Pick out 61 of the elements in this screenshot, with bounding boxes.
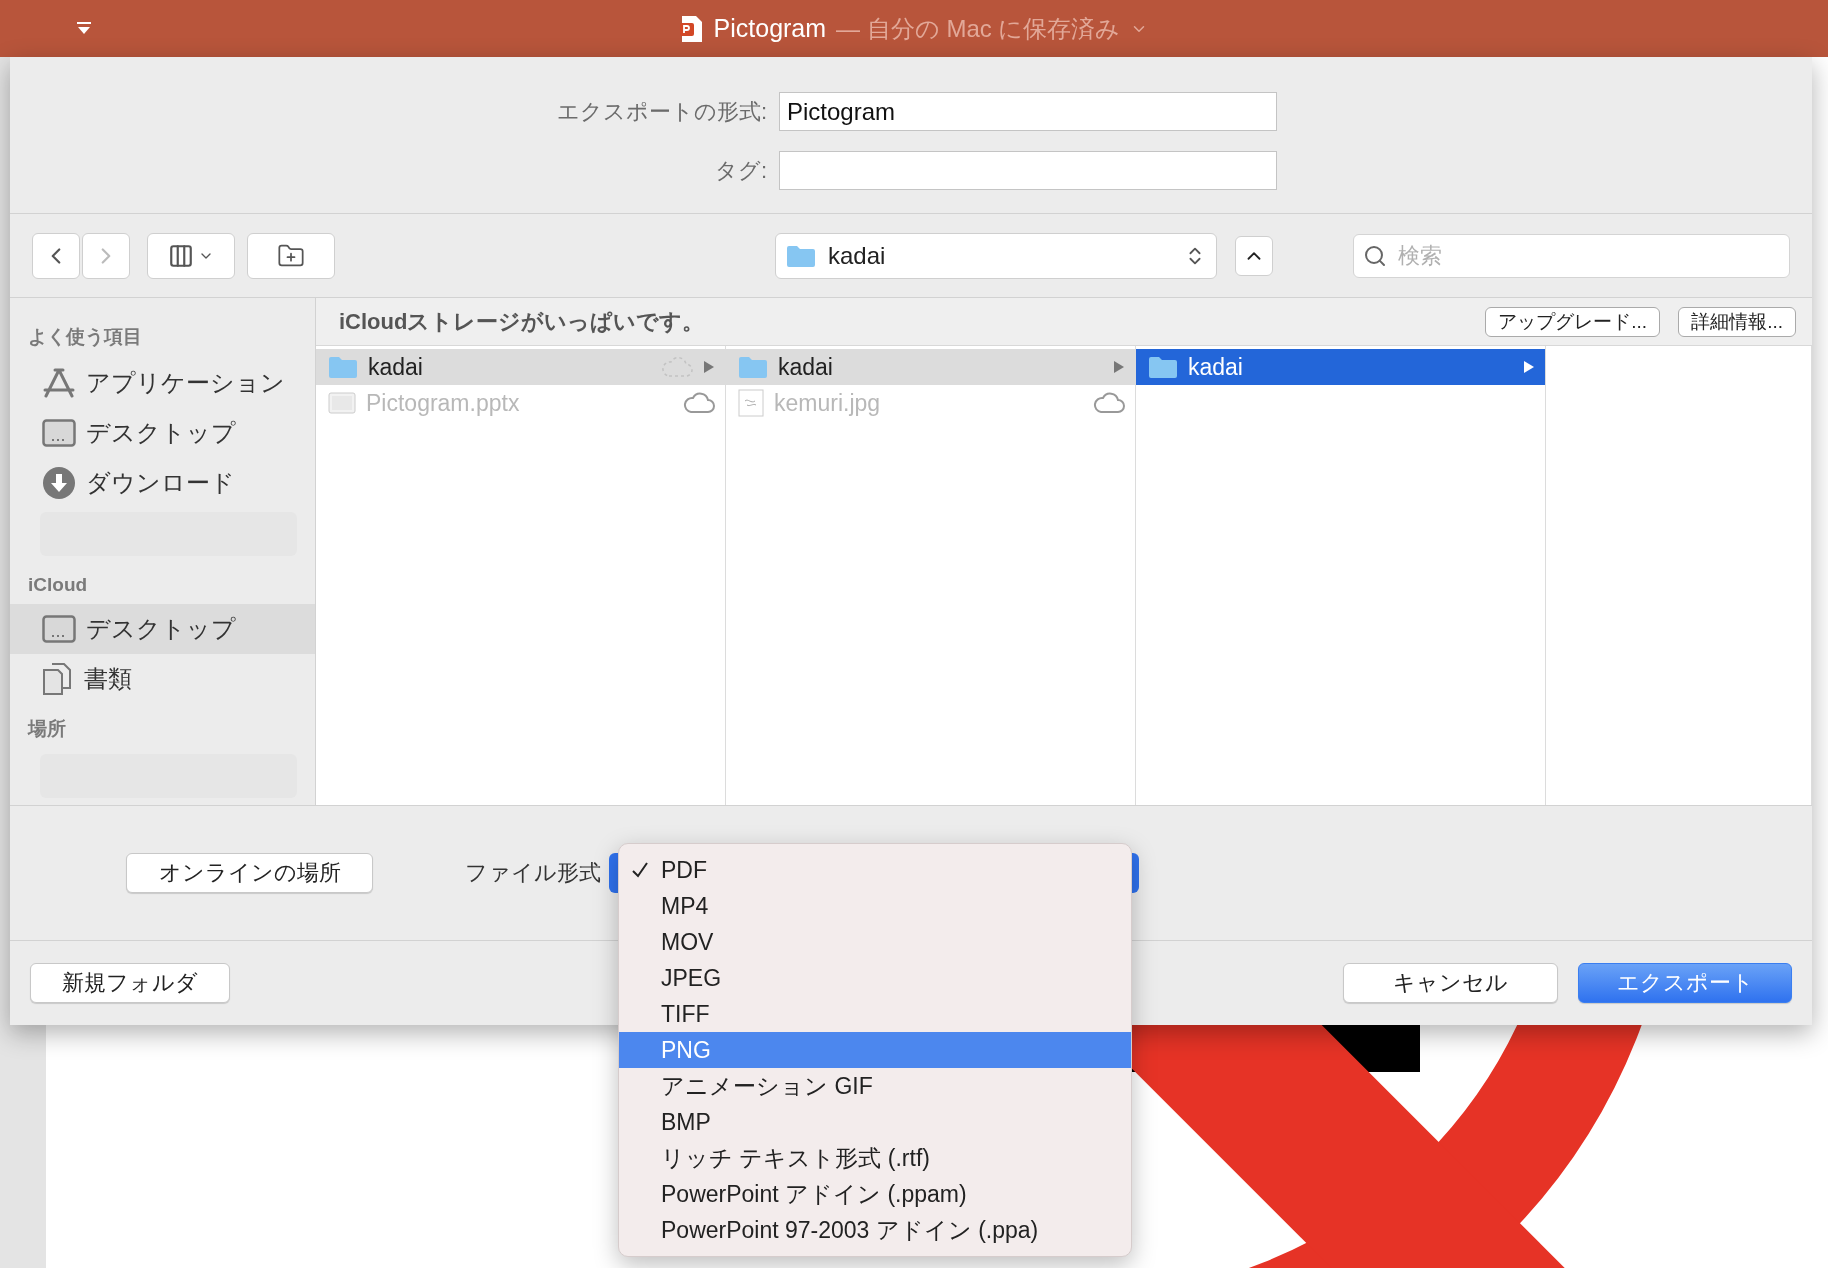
file-row[interactable]: kadai [726,349,1135,385]
menu-item[interactable]: TIFF [619,996,1131,1032]
sidebar-section-title: iCloud [27,573,89,597]
new-folder-button[interactable] [247,232,335,279]
desktop-icon [42,419,76,447]
text-field[interactable] [779,151,1277,190]
menu-item[interactable]: アニメーション GIF [619,1068,1131,1104]
banner-button[interactable]: 詳細情報... [1678,306,1796,337]
menu-item[interactable]: PDF [619,852,1131,888]
menu-item[interactable]: JPEG [619,960,1131,996]
menu-item[interactable]: リッチ テキスト形式 (.rtf) [619,1140,1131,1176]
view-mode-button[interactable] [147,232,235,279]
sidebar-item[interactable]: デスクトップ [10,408,315,458]
folder-icon [328,355,358,379]
format-label: ファイル形式 [465,859,601,887]
location-popup[interactable]: kadai [775,232,1217,279]
new-folder-button[interactable]: 新規フォルダ [30,963,230,1003]
banner-button[interactable]: アップグレード... [1485,306,1661,337]
documents-icon [42,662,74,696]
storage-message: iCloudストレージがいっぱいです。 [339,307,706,336]
cancel-button[interactable]: キャンセル [1343,963,1558,1003]
save-status: — 自分の Mac に保存済み [836,13,1121,44]
sidebar-item[interactable]: アプリケーション [10,358,315,408]
menu-item[interactable]: PNG [619,1032,1131,1068]
sidebar-item[interactable]: 書類 [10,654,315,704]
image-file-icon [738,389,764,417]
dashed-cloud-icon [661,356,693,378]
sidebar-section-title: 場所 [26,717,67,741]
presentation-file-icon [328,390,356,416]
folder-icon [738,355,768,379]
online-locations-button[interactable]: オンラインの場所 [126,853,373,893]
text-field[interactable]: Pictogram [779,92,1277,131]
presentation-document-icon [679,14,704,43]
columns-icon [168,242,194,269]
applications-icon [42,368,76,398]
menu-item[interactable]: MOV [619,924,1131,960]
parent-folder-button[interactable] [1235,235,1273,276]
menu-item[interactable]: PowerPoint 97-2003 アドイン (.ppa) [619,1212,1131,1248]
sidebar-item[interactable]: ダウンロード [10,458,315,508]
menu-item[interactable]: BMP [619,1104,1131,1140]
file-row[interactable]: kadai [316,349,725,385]
field-label: エクスポートの形式: [555,97,767,126]
menu-item[interactable]: MP4 [619,888,1131,924]
folder-icon [1148,355,1178,379]
cloud-icon [1093,392,1125,414]
search-icon [1363,243,1387,268]
folder-icon [786,243,816,268]
desktop-icon [42,615,76,643]
cloud-icon [683,392,715,414]
file-row[interactable]: kadai [1136,349,1545,385]
disclosure-arrow-icon [703,360,715,374]
field-label: タグ: [713,156,767,185]
search-field[interactable]: 検索 [1353,233,1790,278]
menu-item[interactable]: PowerPoint アドイン (.ppam) [619,1176,1131,1212]
document-title: Pictogram [713,14,827,43]
toolbar-toggle-icon[interactable] [76,21,92,36]
disclosure-arrow-icon [1523,360,1535,374]
sidebar-item[interactable]: デスクトップ [10,604,315,654]
disclosure-arrow-icon [1113,360,1125,374]
sidebar-section-title: よく使う項目 [27,325,143,349]
download-icon [42,466,76,500]
